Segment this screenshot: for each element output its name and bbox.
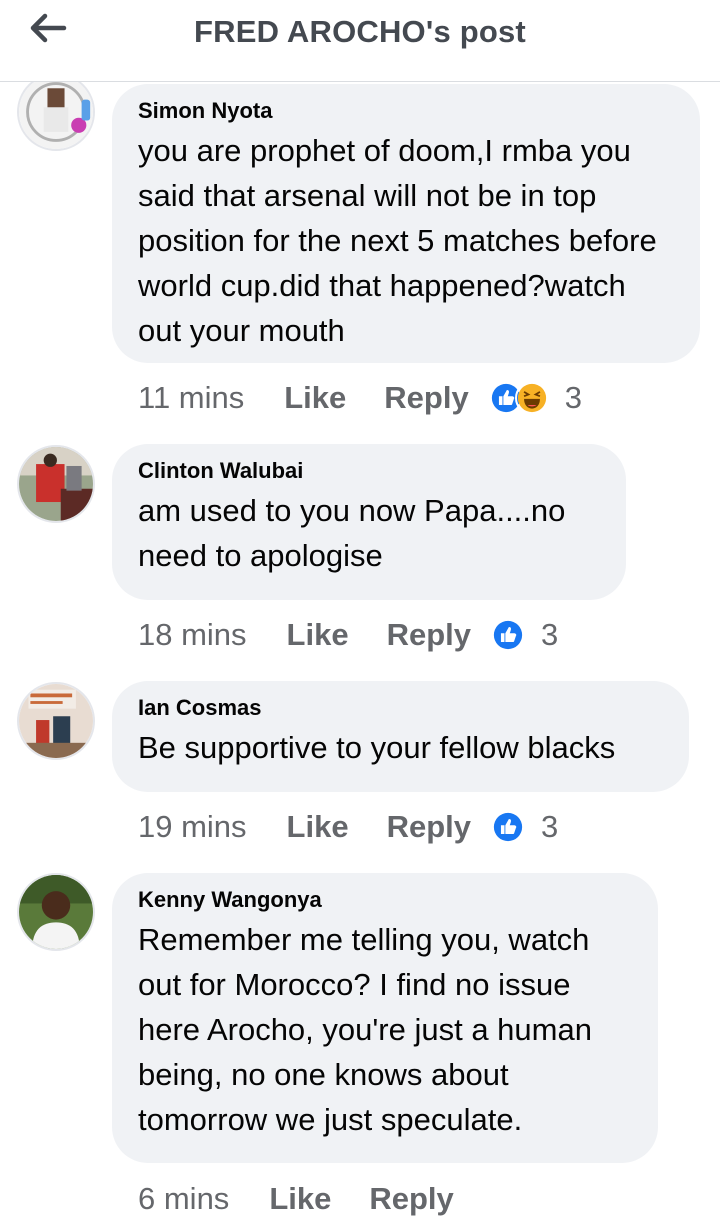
comment-actions: 11 mins Like Reply 3 bbox=[138, 378, 582, 418]
reply-button[interactable]: Reply bbox=[384, 380, 468, 416]
like-icon bbox=[491, 618, 525, 652]
comment-bubble: Kenny Wangonya Remember me telling you, … bbox=[112, 873, 658, 1163]
like-button[interactable]: Like bbox=[287, 809, 349, 845]
comment-time[interactable]: 6 mins bbox=[138, 1181, 229, 1217]
avatar[interactable] bbox=[17, 682, 95, 760]
top-bar: FRED AROCHO's post bbox=[0, 0, 720, 82]
comment-text: Be supportive to your fellow blacks bbox=[138, 730, 616, 765]
comment-actions: 19 mins Like Reply 3 bbox=[138, 807, 558, 847]
reaction-count: 3 bbox=[541, 809, 559, 844]
reaction-count: 3 bbox=[541, 617, 559, 652]
reply-button[interactable]: Reply bbox=[387, 617, 471, 653]
comment-author[interactable]: Ian Cosmas bbox=[138, 695, 663, 721]
like-icon bbox=[491, 810, 525, 844]
comment-author[interactable]: Clinton Walubai bbox=[138, 458, 600, 484]
avatar[interactable] bbox=[17, 873, 95, 951]
comment-text: am used to you now Papa....no need to ap… bbox=[138, 493, 566, 573]
page-title: FRED AROCHO's post bbox=[194, 14, 526, 49]
reply-button[interactable]: Reply bbox=[387, 809, 471, 845]
comment-time[interactable]: 18 mins bbox=[138, 617, 247, 653]
like-button[interactable]: Like bbox=[287, 617, 349, 653]
comment-text: Remember me telling you, watch out for M… bbox=[138, 922, 592, 1137]
avatar[interactable] bbox=[17, 73, 95, 151]
like-button[interactable]: Like bbox=[284, 380, 346, 416]
reaction-count: 3 bbox=[564, 380, 582, 415]
reactions[interactable]: 3 bbox=[491, 617, 558, 653]
comment-bubble: Clinton Walubai am used to you now Papa.… bbox=[112, 444, 626, 600]
haha-icon bbox=[514, 381, 549, 415]
avatar[interactable] bbox=[17, 445, 95, 523]
comment-text: you are prophet of doom,I rmba you said … bbox=[138, 133, 657, 348]
comment-author[interactable]: Kenny Wangonya bbox=[138, 887, 632, 913]
comment-author[interactable]: Simon Nyota bbox=[138, 98, 674, 124]
comment-time[interactable]: 11 mins bbox=[138, 380, 244, 416]
comment-time[interactable]: 19 mins bbox=[138, 809, 247, 845]
reply-button[interactable]: Reply bbox=[369, 1181, 453, 1217]
like-button[interactable]: Like bbox=[269, 1181, 331, 1217]
comment-bubble: Ian Cosmas Be supportive to your fellow … bbox=[112, 681, 689, 792]
reactions[interactable]: 3 bbox=[488, 380, 582, 416]
reactions[interactable]: 3 bbox=[491, 809, 558, 845]
comment-actions: 6 mins Like Reply bbox=[138, 1179, 492, 1219]
comment-bubble: Simon Nyota you are prophet of doom,I rm… bbox=[112, 84, 700, 363]
comment-actions: 18 mins Like Reply 3 bbox=[138, 615, 558, 655]
